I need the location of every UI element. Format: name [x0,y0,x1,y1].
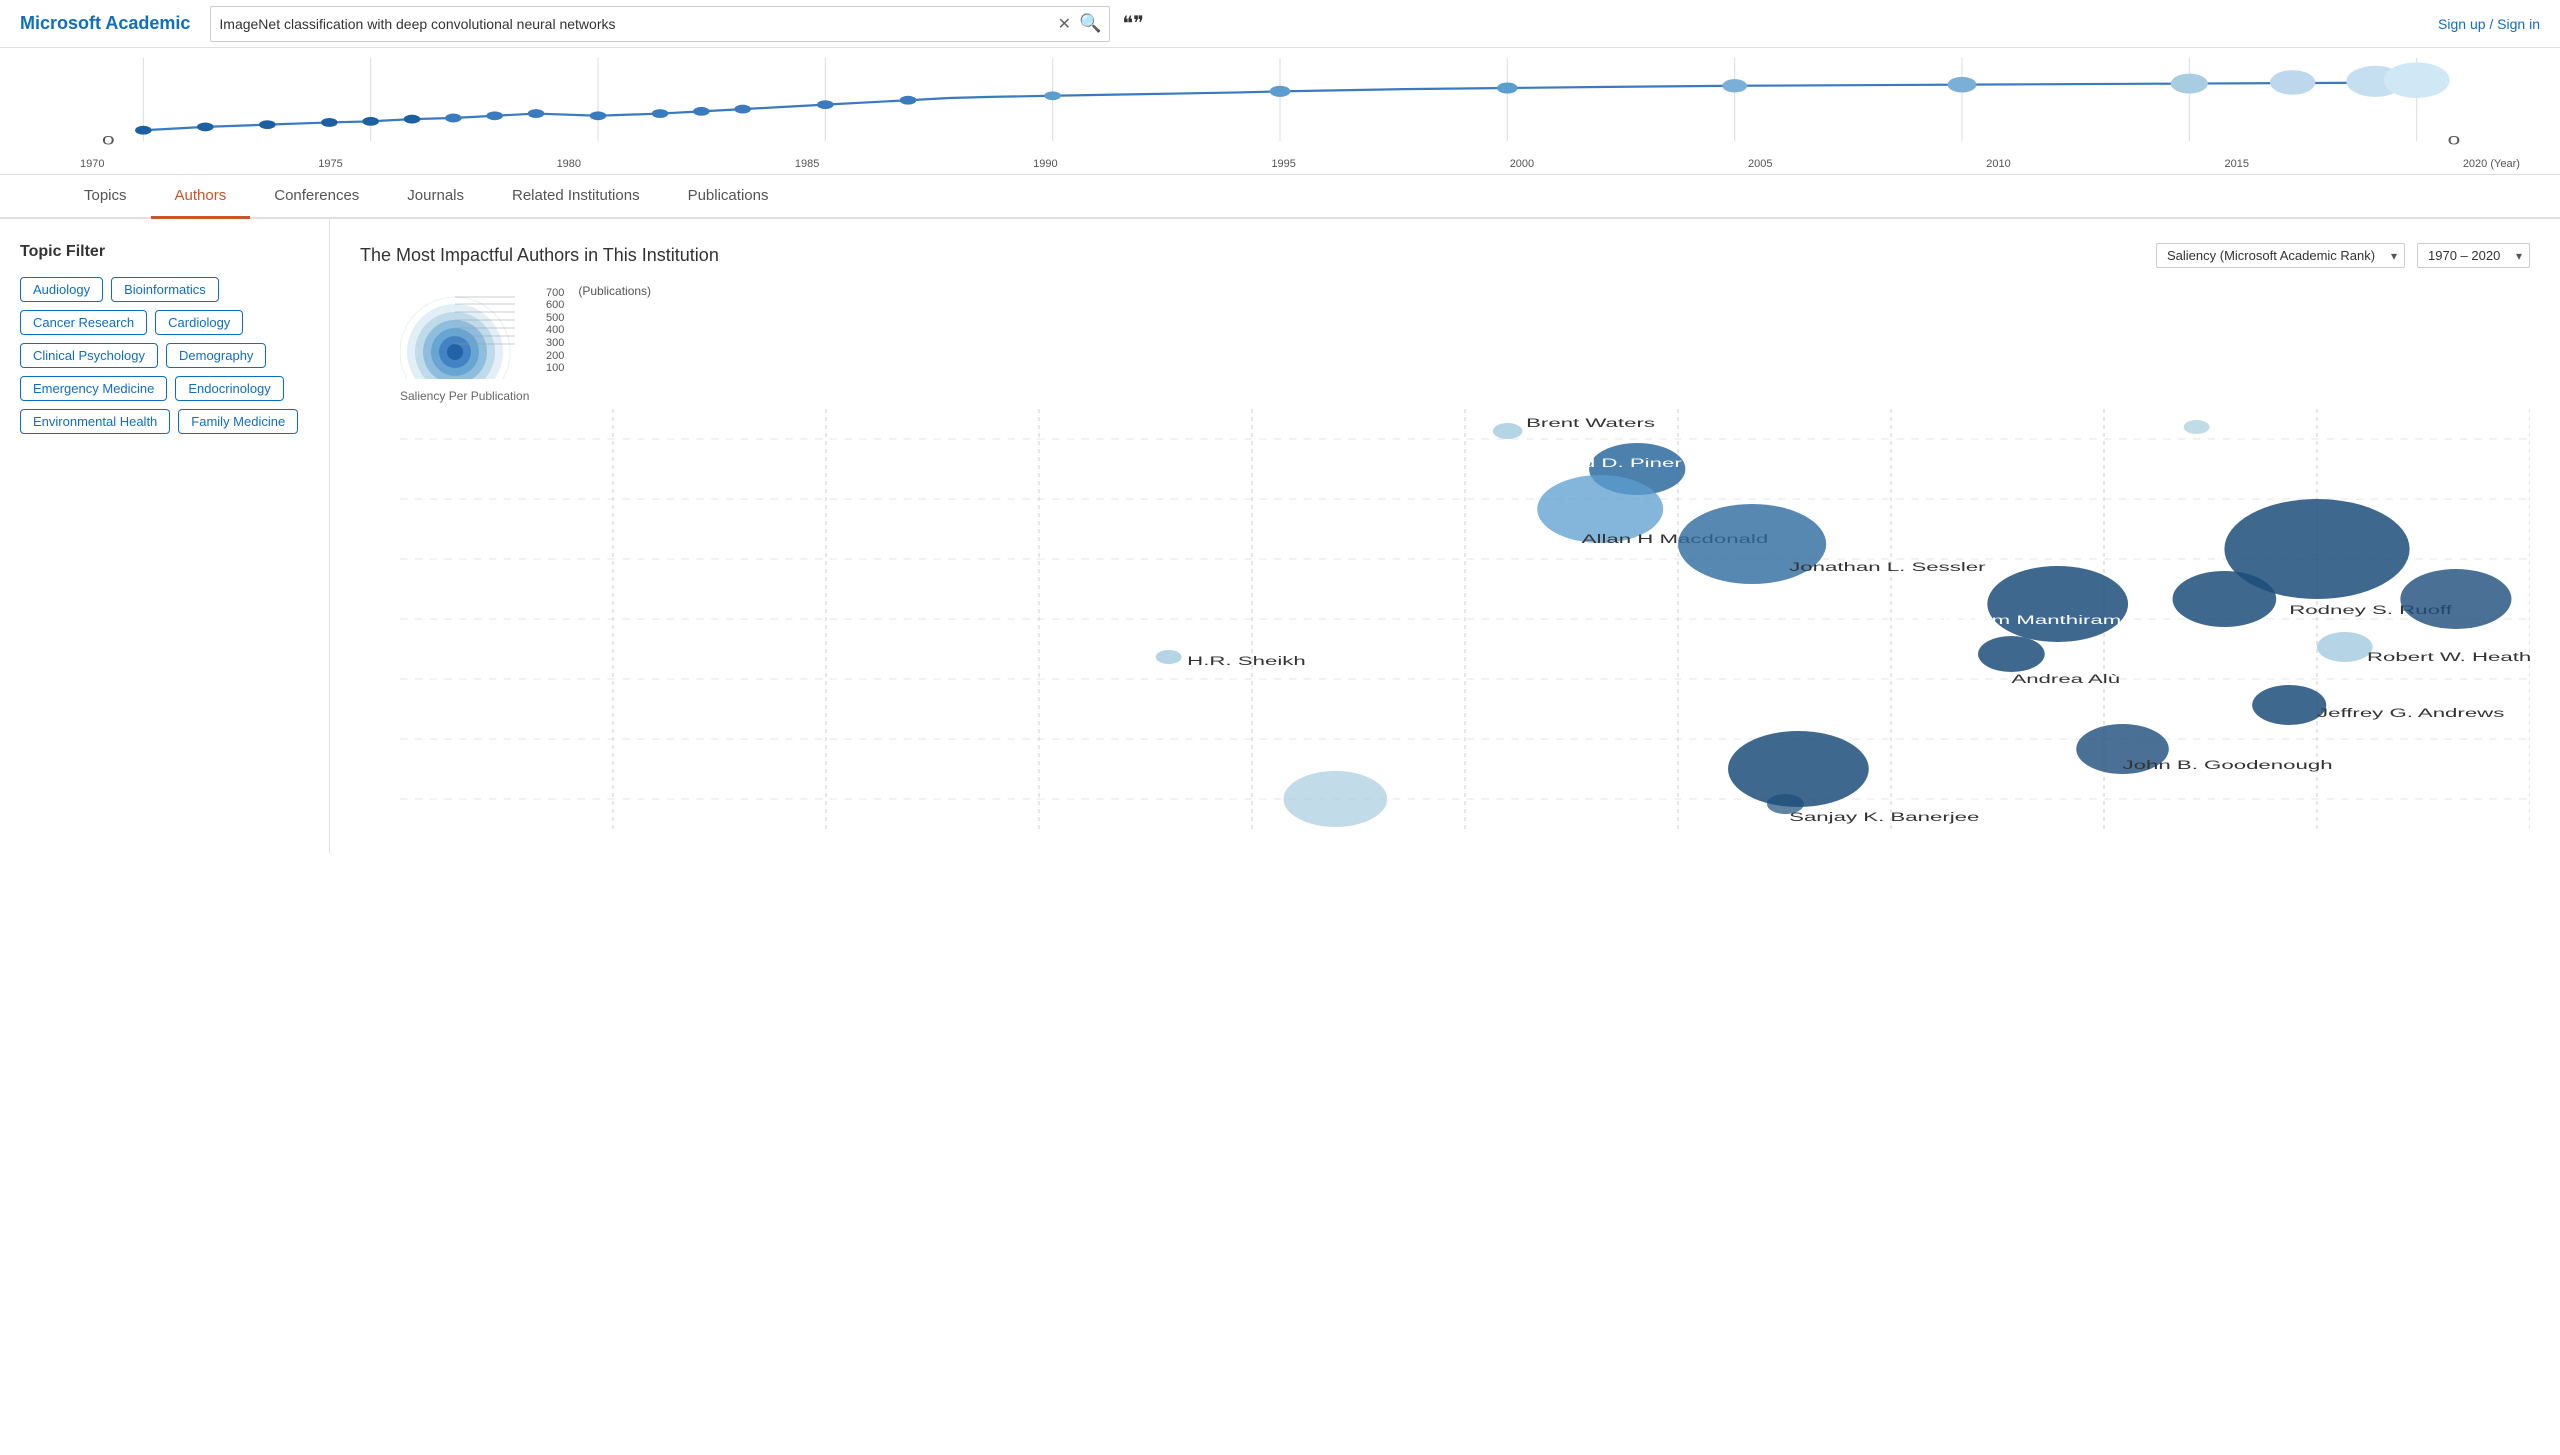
svg-text:0: 0 [102,133,115,147]
year-1985: 1985 [795,158,819,170]
search-input[interactable] [219,16,1057,32]
filter-tag-demography[interactable]: Demography [166,343,266,368]
year-1970: 1970 [80,158,104,170]
year-1990: 1990 [1033,158,1057,170]
bubble-arumugam[interactable] [1987,566,2128,642]
legend-700: 700 [546,287,564,299]
legend-svg [400,284,530,379]
year-2020: 2020 (Year) [2463,158,2520,170]
chart-panel: The Most Impactful Authors in This Insti… [330,219,2560,853]
bubble-jeffrey-andrews[interactable] [2252,685,2326,725]
tab-journals[interactable]: Journals [383,175,488,219]
main-content: Topic Filter Audiology Bioinformatics Ca… [0,219,2560,853]
legend-200: 200 [546,350,564,362]
sign-in-link[interactable]: Sign up / Sign in [2438,16,2540,32]
filter-tag-environmental-health[interactable]: Environmental Health [20,409,170,434]
year-2015: 2015 [2225,158,2249,170]
svg-text:Robert W. Heath: Robert W. Heath [2367,650,2530,663]
bubble-rodney-ruoff[interactable] [2173,571,2277,627]
legend-500: 500 [546,312,564,324]
bubble-legend: 700 600 500 400 300 200 100 (Publication… [400,284,2530,379]
sort-dropdown[interactable]: Saliency (Microsoft Academic Rank) [2156,243,2405,268]
filter-tag-clinical-psychology[interactable]: Clinical Psychology [20,343,158,368]
year-dropdown-wrapper: 1970 – 2020 [2417,243,2530,268]
search-bar: ✕ 🔍 [210,6,1110,42]
chart-header: The Most Impactful Authors in This Insti… [360,243,2530,268]
bubble-brent-waters[interactable] [1493,423,1523,439]
search-icon[interactable]: 🔍 [1079,13,1101,34]
year-1975: 1975 [318,158,342,170]
header: Microsoft Academic ✕ 🔍 ❝❞ Sign up / Sign… [0,0,2560,48]
sidebar-title: Topic Filter [20,243,309,261]
legend-300: 300 [546,337,564,349]
scatter-svg: 1 3 5 7 9 11 13 Brent Waters Richard D. … [400,409,2530,829]
year-labels: 1970 1975 1980 1985 1990 1995 2000 2005 … [40,158,2520,174]
timeline-section: 0 0 [0,48,2560,175]
legend-600: 600 [546,299,564,311]
timeline-chart: 0 0 [40,58,2520,158]
filter-tag-emergency-medicine[interactable]: Emergency Medicine [20,376,167,401]
bubble-robert-heath[interactable] [2317,632,2373,662]
filter-tags: Audiology Bioinformatics Cancer Research… [20,277,309,434]
filter-tag-audiology[interactable]: Audiology [20,277,103,302]
year-1995: 1995 [1271,158,1295,170]
year-2010: 2010 [1986,158,2010,170]
scatter-container: 1 3 5 7 9 11 13 Brent Waters Richard D. … [400,409,2530,829]
clear-icon[interactable]: ✕ [1058,14,1071,34]
svg-text:0: 0 [2448,133,2461,147]
legend-unit: (Publications) [578,284,651,298]
svg-text:Brent Waters: Brent Waters [1526,416,1655,429]
year-2000: 2000 [1510,158,1534,170]
nav-tabs: Topics Authors Conferences Journals Rela… [0,175,2560,219]
y-axis-label: Saliency Per Publication [400,389,2530,403]
svg-text:Jeffrey G. Andrews: Jeffrey G. Andrews [2317,706,2504,719]
svg-text:Jonathan L. Sessler: Jonathan L. Sessler [1789,560,1986,573]
svg-text:John B. Goodenough: John B. Goodenough [2123,758,2333,771]
app-logo: Microsoft Academic [20,13,190,34]
bubble-andrea-alu[interactable] [1978,636,2045,672]
legend-labels: 700 600 500 400 300 200 100 [546,287,564,377]
sidebar: Topic Filter Audiology Bioinformatics Ca… [0,219,330,853]
timeline-svg: 0 0 [40,58,2520,158]
cite-icon[interactable]: ❝❞ [1122,11,1144,36]
tab-authors[interactable]: Authors [151,175,251,219]
svg-text:Arumugam Manthiram: Arumugam Manthiram [1901,613,2121,626]
tab-publications[interactable]: Publications [664,175,793,219]
bubble-unnamed-lower [1283,771,1387,827]
filter-tag-endocrinology[interactable]: Endocrinology [175,376,283,401]
legend-400: 400 [546,324,564,336]
svg-text:Andrea Alù: Andrea Alù [2011,672,2120,685]
sort-dropdown-wrapper: Saliency (Microsoft Academic Rank) [2156,243,2405,268]
bubble-hr-sheikh[interactable] [1156,650,1182,664]
year-2005: 2005 [1748,158,1772,170]
filter-tag-bioinformatics[interactable]: Bioinformatics [111,277,219,302]
filter-tag-family-medicine[interactable]: Family Medicine [178,409,298,434]
tab-related-institutions[interactable]: Related Institutions [488,175,664,219]
year-1980: 1980 [557,158,581,170]
filter-tag-cardiology[interactable]: Cardiology [155,310,243,335]
svg-text:H.R. Sheikh: H.R. Sheikh [1187,654,1306,667]
chart-title: The Most Impactful Authors in This Insti… [360,245,2144,266]
tab-conferences[interactable]: Conferences [250,175,383,219]
svg-text:Richard D. Piner: Richard D. Piner [1519,456,1682,469]
legend-100: 100 [546,362,564,374]
year-dropdown[interactable]: 1970 – 2020 [2417,243,2530,268]
svg-text:Sanjay K. Banerjee: Sanjay K. Banerjee [1789,810,1979,823]
tab-topics[interactable]: Topics [60,175,151,219]
filter-tag-cancer-research[interactable]: Cancer Research [20,310,147,335]
